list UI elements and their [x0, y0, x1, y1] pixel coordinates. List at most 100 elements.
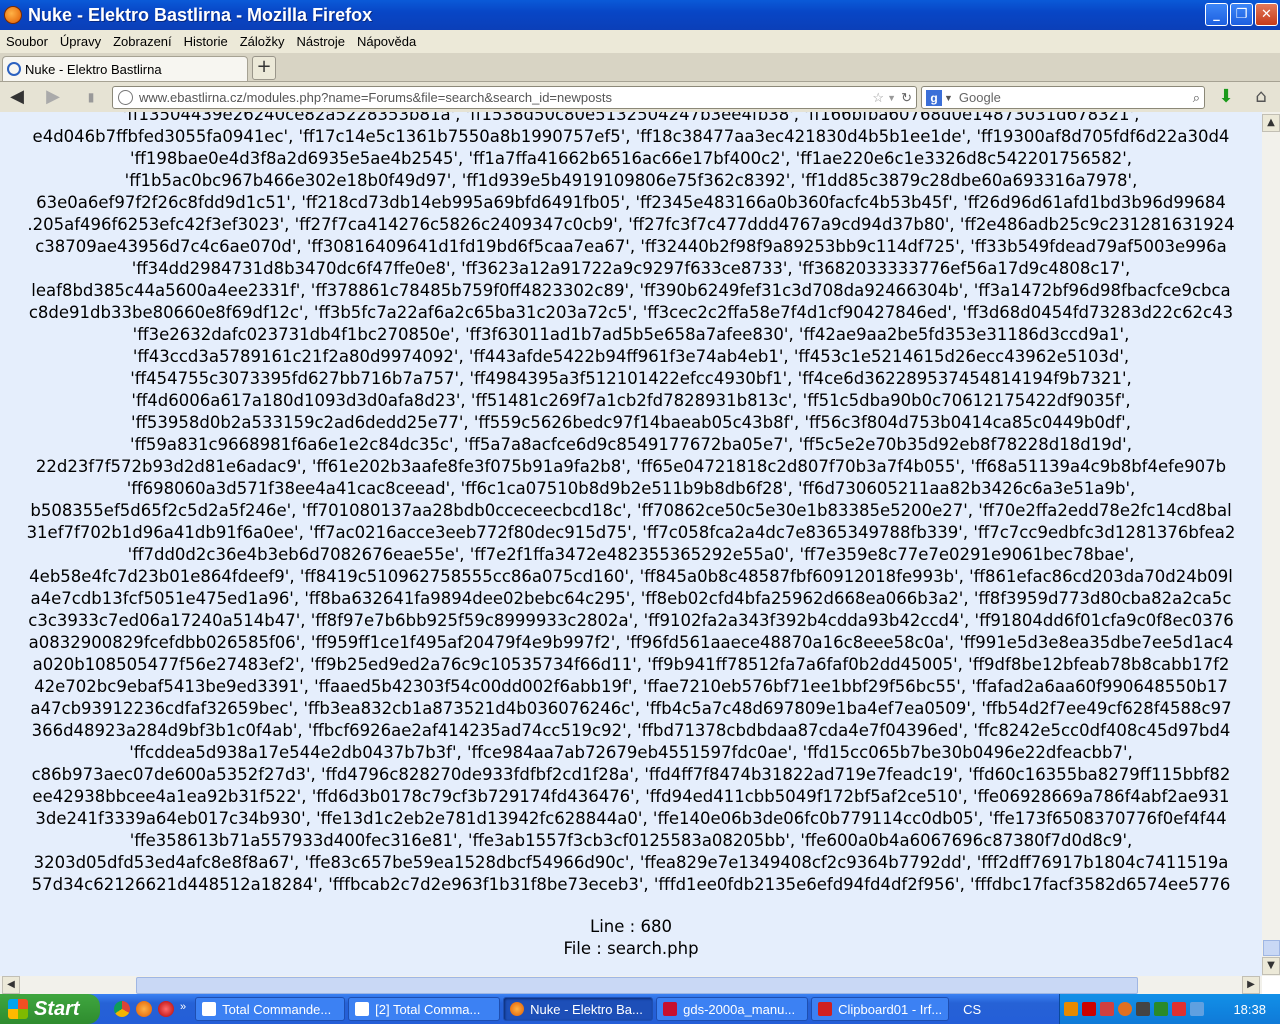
- menu-tools[interactable]: Nástroje: [291, 34, 351, 49]
- task-pdf[interactable]: gds-2000a_manu...: [656, 997, 809, 1021]
- search-bar[interactable]: g ▼ Google ⌕: [921, 86, 1205, 109]
- task-firefox[interactable]: Nuke - Elektro Ba...: [503, 997, 654, 1021]
- pdf-icon: [663, 1002, 678, 1016]
- total-commander-icon: [355, 1002, 370, 1016]
- debug-hash-line: 'ff698060a3d571f38ee4a41cac8ceead', 'ff6…: [126, 479, 1136, 498]
- debug-hash-line: 'ff59a831c9668981f6a6e1e2c84dc35c', 'ff5…: [130, 435, 1132, 454]
- debug-hash-line: 63e0a6ef97f2f26c8fdd9d1c51', 'ff218cd73d…: [36, 193, 1226, 212]
- quick-launch-more-icon[interactable]: »: [180, 1001, 186, 1017]
- url-dropdown-icon[interactable]: ▼: [887, 93, 896, 103]
- taskbar: Start » Total Commande... [2] Total Comm…: [0, 994, 1280, 1024]
- debug-hash-line: 4eb58e4fc7d23b01e864fdeef9', 'ff8419c510…: [29, 567, 1233, 586]
- engine-dropdown-icon[interactable]: ▼: [944, 93, 953, 103]
- scroll-right-icon[interactable]: ▶: [1242, 976, 1260, 994]
- download-arrow-icon[interactable]: ⬇: [1215, 87, 1237, 107]
- tray-network-icon[interactable]: [1100, 1002, 1114, 1016]
- menu-help[interactable]: Nápověda: [351, 34, 422, 49]
- debug-hash-line: 'ff4d6006a617a180d1093d3d0afa8d23', 'ff5…: [131, 391, 1131, 410]
- globe-icon: [118, 90, 133, 105]
- debug-hash-line: a47cb93912236cdfaf32659bec', 'ffb3ea832c…: [30, 699, 1232, 718]
- site-favicon-icon: [7, 62, 21, 76]
- firefox-logo-icon: [4, 6, 22, 24]
- scroll-up-icon[interactable]: ▲: [1262, 114, 1280, 132]
- debug-hash-line: leaf8bd385c44a5600a4ee2331f', 'ff378861c…: [31, 281, 1231, 300]
- tray-antivirus-icon[interactable]: [1082, 1002, 1096, 1016]
- chrome-icon[interactable]: [114, 1001, 130, 1017]
- menu-file[interactable]: Soubor: [0, 34, 54, 49]
- close-button[interactable]: ✕: [1255, 3, 1278, 26]
- firefox-icon: [510, 1002, 525, 1016]
- firefox-icon[interactable]: [136, 1001, 152, 1017]
- language-indicator[interactable]: CS: [963, 1002, 981, 1017]
- tray-sound-icon[interactable]: [1136, 1002, 1150, 1016]
- debug-hash-line: 366d48923a284d9bf3b1c0f4ab', 'ffbcf6926a…: [31, 721, 1231, 740]
- scroll-down-icon[interactable]: ▼: [1262, 957, 1280, 975]
- url-text: www.ebastlirna.cz/modules.php?name=Forum…: [139, 90, 612, 105]
- search-placeholder: Google: [958, 90, 1001, 105]
- debug-hash-line: 42e702bc9ebaf5413be9ed3391', 'ffaaed5b42…: [34, 677, 1228, 696]
- new-tab-button[interactable]: +: [252, 56, 276, 80]
- reload-icon[interactable]: ↻: [901, 90, 912, 106]
- menu-view[interactable]: Zobrazení: [107, 34, 178, 49]
- debug-hash-line: e4d046b7ffbfed3055fa0941ec', 'ff17c14e5c…: [32, 127, 1230, 146]
- irfanview-icon: [818, 1002, 833, 1016]
- debug-hash-line: .205af496f6253efc42f3ef3023', 'ff27f7ca4…: [27, 215, 1235, 234]
- debug-hash-line: 'ff3e2632dafc023731db4f1bc270850e', 'ff3…: [132, 325, 1130, 344]
- quick-launch: »: [114, 1001, 186, 1017]
- menu-bar: Soubor Úpravy Zobrazení Historie Záložky…: [0, 30, 1280, 53]
- navigation-bar: ◀ ▶ ▮ www.ebastlirna.cz/modules.php?name…: [0, 82, 1280, 113]
- debug-hash-line: b508355ef5d65f2c5d2a5f246e', 'ff70108013…: [30, 501, 1232, 520]
- task-irfanview[interactable]: Clipboard01 - Irf...: [811, 997, 950, 1021]
- menu-bookmarks[interactable]: Záložky: [234, 34, 291, 49]
- clock: 18:38: [1233, 1001, 1266, 1017]
- start-button[interactable]: Start: [0, 994, 100, 1024]
- home-icon[interactable]: ⌂: [1250, 87, 1272, 107]
- debug-hash-line: 'ff1b5ac0bc967b466e302e18b0f49d97', 'ff1…: [124, 171, 1138, 190]
- tray-update-icon[interactable]: [1118, 1002, 1132, 1016]
- debug-hash-line: 22d23f7f572b93d2d81e6adac9', 'ff61e202b3…: [35, 457, 1227, 476]
- tab-bar: Nuke - Elektro Bastlirna: [0, 53, 1280, 82]
- tray-tools-icon[interactable]: [1172, 1002, 1186, 1016]
- vertical-scrollbar[interactable]: ▲ ▼: [1262, 112, 1280, 976]
- window-title: Nuke - Elektro Bastlirna - Mozilla Firef…: [28, 4, 373, 25]
- tab-label: Nuke - Elektro Bastlirna: [25, 61, 162, 77]
- debug-hash-line: 57d34c62126621d448512a18284', 'fffbcab2c…: [31, 875, 1231, 894]
- url-bar[interactable]: www.ebastlirna.cz/modules.php?name=Forum…: [112, 86, 917, 109]
- back-arrow-icon[interactable]: ◀: [6, 87, 28, 107]
- debug-hash-line: a0832900829fcefdbb026585f06', 'ff959ff1c…: [28, 633, 1234, 652]
- debug-hash-line: 'ff34dd2984731d8b3470dc6f47ffe0e8', 'ff3…: [131, 259, 1131, 278]
- menu-edit[interactable]: Úpravy: [54, 34, 107, 49]
- debug-hash-line: 3203d05dfd53ed4afc8e8f8a67', 'ffe83c657b…: [33, 853, 1229, 872]
- debug-hash-line: c8de91db33be80660e8f69df12c', 'ff3b5fc7a…: [28, 303, 1234, 322]
- horizontal-scroll-thumb[interactable]: [136, 977, 1138, 994]
- system-tray: 18:38: [1059, 994, 1280, 1024]
- tray-monitor-icon[interactable]: [1190, 1002, 1204, 1016]
- debug-hash-line: ee42938bbcee4a1ea92b31f522', 'ffd6d3b017…: [32, 787, 1230, 806]
- tray-app-icon[interactable]: [1064, 1002, 1078, 1016]
- debug-hash-line: 'ffe358613b71a557933d400fec316e81', 'ffe…: [129, 831, 1133, 850]
- task-total-commander-2[interactable]: [2] Total Comma...: [348, 997, 501, 1021]
- horizontal-scrollbar[interactable]: ◀ ▶: [0, 976, 1262, 994]
- menu-history[interactable]: Historie: [178, 34, 234, 49]
- debug-hash-line: a4e7cdb13fcf5051e475ed1a96', 'ff8ba63264…: [30, 589, 1232, 608]
- debug-hash-line: 'ff43ccd3a5789161c21f2a80d9974092', 'ff4…: [132, 347, 1130, 366]
- scroll-left-icon[interactable]: ◀: [2, 976, 20, 994]
- debug-hash-line: 'ff53958d0b2a533159c2ad6dedd25e77', 'ff5…: [131, 413, 1131, 432]
- minimize-button[interactable]: _: [1205, 3, 1228, 26]
- window-titlebar[interactable]: Nuke - Elektro Bastlirna - Mozilla Firef…: [0, 0, 1280, 30]
- task-total-commander-1[interactable]: Total Commande...: [195, 997, 346, 1021]
- vertical-scroll-thumb[interactable]: [1263, 940, 1280, 956]
- tab-nuke[interactable]: Nuke - Elektro Bastlirna: [2, 56, 248, 81]
- bookmark-star-icon[interactable]: ☆: [872, 90, 884, 106]
- search-icon[interactable]: ⌕: [1193, 90, 1200, 106]
- forward-arrow-icon[interactable]: ▶: [42, 87, 64, 107]
- google-icon: g: [926, 89, 942, 106]
- debug-hash-line: c86b973aec07de600a5352f27d3', 'ffd4796c8…: [31, 765, 1231, 784]
- opera-icon[interactable]: [158, 1001, 174, 1017]
- start-label: Start: [34, 997, 80, 1020]
- tray-security-icon[interactable]: [1154, 1002, 1168, 1016]
- debug-hash-line: 31ef7f702b1d96a41db91f6a0ee', 'ff7ac0216…: [26, 523, 1236, 542]
- maximize-button[interactable]: ❐: [1230, 3, 1253, 26]
- debug-output: 'ff13504439e26240ce82a5228353b81a', 'ff1…: [0, 112, 1262, 976]
- error-line-label: Line : 680: [590, 917, 672, 936]
